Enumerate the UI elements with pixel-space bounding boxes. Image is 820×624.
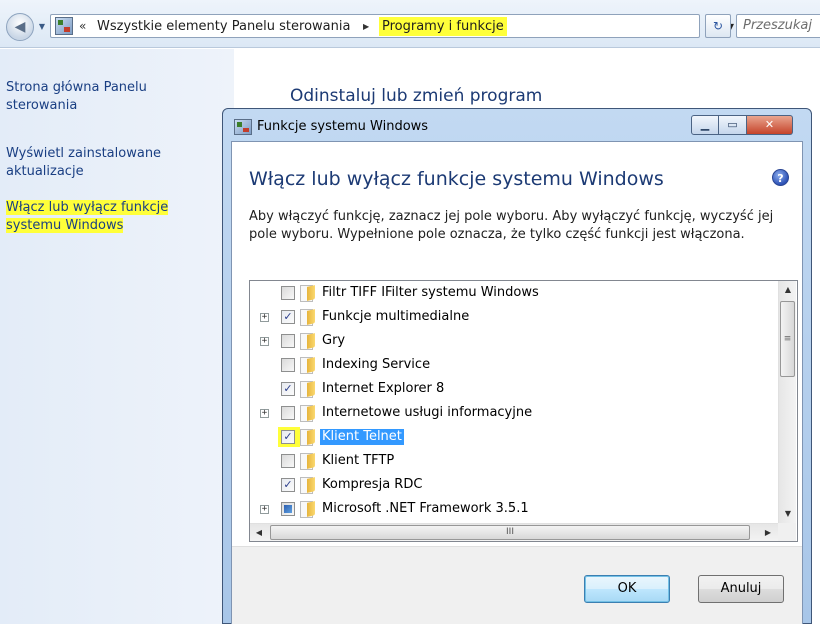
expand-plus-icon[interactable]: + [260, 313, 269, 322]
folder-icon [300, 501, 317, 518]
vertical-scrollbar[interactable]: ▲ ≡ ▼ [778, 281, 796, 523]
refresh-button[interactable]: ↻ [705, 14, 731, 38]
checkbox-unchecked[interactable] [281, 454, 295, 468]
left-navigation-pane: Strona główna Panelu sterowania Wyświetl… [0, 49, 234, 624]
feature-label: Klient TFTP [322, 453, 395, 468]
feature-label: Kompresja RDC [322, 477, 423, 492]
expand-plus-icon[interactable]: + [260, 505, 269, 514]
checkbox-checked[interactable]: ✓ [281, 430, 295, 444]
link-view-installed-updates[interactable]: Wyświetl zainstalowane aktualizacje [6, 145, 206, 181]
refresh-icon: ↻ [712, 19, 724, 33]
folder-icon [300, 333, 317, 350]
checkbox-unchecked[interactable] [281, 286, 295, 300]
checkbox-unchecked[interactable] [281, 334, 295, 348]
tree-row[interactable]: ✓ Internet Explorer 8 [250, 377, 770, 401]
search-input[interactable]: Przeszukaj [736, 14, 820, 38]
scrollbar-corner [778, 523, 796, 541]
breadcrumb-overflow[interactable]: « [79, 18, 86, 34]
highlighted-link-text: Włącz lub wyłącz funkcje systemu Windows [6, 200, 169, 233]
breadcrumb-all-control-panel-items[interactable]: Wszystkie elementy Panelu sterowania [97, 19, 350, 35]
checkbox-unchecked[interactable] [281, 406, 295, 420]
tree-row[interactable]: + Microsoft .NET Framework 3.5.1 [250, 497, 770, 521]
horizontal-scroll-thumb[interactable]: III [270, 525, 750, 540]
dialog-client-area: Włącz lub wyłącz funkcje systemu Windows… [231, 141, 803, 624]
page-title: Odinstaluj lub zmień program [290, 86, 543, 106]
folder-icon [300, 453, 317, 470]
chevron-down-icon: ▼ [38, 22, 46, 31]
close-icon: ✕ [764, 118, 775, 131]
feature-label: Microsoft .NET Framework 3.5.1 [322, 501, 529, 516]
feature-label: Internet Explorer 8 [322, 381, 445, 396]
dialog-description: Aby włączyć funkcję, zaznacz jej pole wy… [249, 209, 774, 242]
checkbox-checked[interactable]: ✓ [281, 478, 295, 492]
windows-features-dialog: Funkcje systemu Windows ▁ ▭ ✕ Włącz lub … [222, 108, 812, 624]
tree-row[interactable]: Filtr TIFF IFilter systemu Windows [250, 281, 770, 305]
tree-row[interactable]: + Gry [250, 329, 770, 353]
dialog-title: Funkcje systemu Windows [257, 119, 429, 134]
maximize-icon: ▭ [727, 118, 738, 131]
folder-icon [300, 357, 317, 374]
folder-icon [300, 309, 317, 326]
back-arrow-icon: ◀ [14, 19, 26, 35]
help-icon[interactable]: ? [772, 169, 789, 186]
feature-label: Funkcje multimedialne [322, 309, 470, 324]
link-control-panel-home[interactable]: Strona główna Panelu sterowania [6, 79, 196, 115]
back-button[interactable]: ◀ [6, 13, 34, 41]
recent-pages-dropdown[interactable]: ▼ [36, 20, 48, 34]
feature-label: Gry [322, 333, 346, 348]
minimize-button[interactable]: ▁ [691, 115, 719, 135]
scroll-left-icon[interactable]: ◀ [250, 524, 268, 542]
tree-row[interactable]: ✓ Kompresja RDC [250, 473, 770, 497]
checkbox-unchecked[interactable] [281, 358, 295, 372]
expand-plus-icon[interactable]: + [260, 337, 269, 346]
folder-icon [300, 405, 317, 422]
feature-label-selected: Klient Telnet [320, 429, 404, 445]
feature-label: Indexing Service [322, 357, 431, 372]
explorer-address-bar-area: ◀ ▼ « Wszystkie elementy Panelu sterowan… [0, 0, 820, 48]
folder-icon [300, 381, 317, 398]
checkbox-checked[interactable]: ✓ [281, 310, 295, 324]
horizontal-scrollbar[interactable]: ◀ III ▶ [250, 523, 778, 541]
tree-row[interactable]: Klient TFTP [250, 449, 770, 473]
link-turn-windows-features[interactable]: Włącz lub wyłącz funkcje systemu Windows [6, 199, 202, 235]
feature-label: Internetowe usługi informacyjne [322, 405, 533, 420]
features-tree[interactable]: Filtr TIFF IFilter systemu Windows + ✓ F… [249, 280, 798, 542]
folder-icon [300, 477, 317, 494]
scroll-right-icon[interactable]: ▶ [759, 524, 777, 542]
scroll-down-icon[interactable]: ▼ [779, 505, 797, 523]
vertical-scroll-thumb[interactable]: ≡ [780, 301, 795, 377]
maximize-button[interactable]: ▭ [719, 115, 747, 135]
expand-plus-icon[interactable]: + [260, 409, 269, 418]
dialog-button-area: OK Anuluj [232, 546, 802, 624]
tree-row[interactable]: Indexing Service [250, 353, 770, 377]
control-panel-icon [55, 17, 73, 35]
tree-row[interactable]: + Internetowe usługi informacyjne [250, 401, 770, 425]
breadcrumb-separator-icon[interactable]: ▶ [363, 19, 369, 35]
close-button[interactable]: ✕ [747, 115, 793, 135]
tree-row[interactable]: + ✓ Funkcje multimedialne [250, 305, 770, 329]
scroll-up-icon[interactable]: ▲ [779, 281, 797, 299]
checkbox-checked[interactable]: ✓ [281, 382, 295, 396]
dialog-heading: Włącz lub wyłącz funkcje systemu Windows [249, 168, 664, 190]
cancel-button[interactable]: Anuluj [698, 575, 784, 603]
folder-icon [300, 429, 317, 446]
ok-button[interactable]: OK [584, 575, 670, 603]
address-bar[interactable]: « Wszystkie elementy Panelu sterowania ▶… [50, 14, 734, 38]
tree-row-selected[interactable]: ✓ Klient Telnet [250, 425, 770, 449]
feature-label: Filtr TIFF IFilter systemu Windows [322, 285, 539, 300]
breadcrumb-programs-and-features[interactable]: Programy i funkcje [379, 17, 507, 36]
checkbox-partial[interactable] [281, 502, 295, 516]
windows-features-icon [234, 119, 252, 135]
minimize-icon: ▁ [700, 118, 710, 131]
folder-icon [300, 285, 317, 302]
